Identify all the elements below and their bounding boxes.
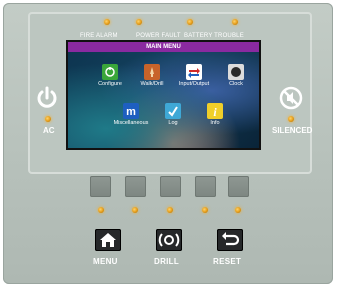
reset-icon xyxy=(222,232,240,246)
label-fire-alarm: FIRE ALARM xyxy=(80,33,118,39)
app-input-output[interactable]: Input/Output xyxy=(172,64,216,87)
info-icon: i xyxy=(207,103,223,119)
drill-button[interactable] xyxy=(156,229,182,251)
app-label: Info xyxy=(210,120,220,126)
drill-icon xyxy=(158,233,180,247)
app-label: Walk/Drill xyxy=(140,81,164,87)
app-miscellaneous[interactable]: m Miscellaneous xyxy=(109,103,153,126)
app-label: Input/Output xyxy=(178,81,210,87)
app-clock[interactable]: Clock xyxy=(214,64,258,87)
app-label: Clock xyxy=(229,81,243,87)
app-label: Miscellaneous xyxy=(113,120,149,126)
drill-label: DRILL xyxy=(154,257,180,266)
label-ac: AC xyxy=(43,126,55,135)
keypad-key-1[interactable] xyxy=(90,176,111,197)
led-key-5 xyxy=(235,207,241,213)
log-icon xyxy=(165,103,181,119)
app-walk-drill[interactable]: Walk/Drill xyxy=(130,64,174,87)
led-fire-alarm xyxy=(104,19,110,25)
menu-button[interactable] xyxy=(95,229,121,251)
menu-label: MENU xyxy=(93,257,118,266)
led-key-2 xyxy=(132,207,138,213)
app-label: Log xyxy=(168,120,178,126)
app-configure[interactable]: Configure xyxy=(88,64,132,87)
clock-icon xyxy=(228,64,244,80)
led-key-4 xyxy=(202,207,208,213)
svg-text:i: i xyxy=(213,105,217,119)
keypad-key-4[interactable] xyxy=(195,176,216,197)
home-icon xyxy=(100,233,116,247)
gear-icon xyxy=(102,64,118,80)
keypad-key-3[interactable] xyxy=(160,176,181,197)
app-log[interactable]: Log xyxy=(151,103,195,126)
led-silenced xyxy=(288,116,294,122)
app-info[interactable]: i Info xyxy=(193,103,237,126)
label-silenced: SILENCED xyxy=(272,126,313,135)
lcd-screen[interactable]: MAIN MENU Configure Walk/Drill Input/Out xyxy=(66,40,261,150)
app-label: Configure xyxy=(98,81,122,87)
svg-text:m: m xyxy=(126,106,136,118)
led-ac xyxy=(45,116,51,122)
walk-icon xyxy=(144,64,160,80)
led-key-1 xyxy=(98,207,104,213)
silenced-icon[interactable] xyxy=(279,86,303,110)
reset-label: RESET xyxy=(213,257,242,266)
screen-title: MAIN MENU xyxy=(68,42,259,52)
led-key-3 xyxy=(167,207,173,213)
keypad-key-5[interactable] xyxy=(228,176,249,197)
led-power-fault xyxy=(187,19,193,25)
label-battery-trouble: BATTERY TROUBLE xyxy=(184,33,244,39)
led-misc-1 xyxy=(136,19,142,25)
label-power-fault: POWER FAULT xyxy=(136,33,181,39)
power-icon[interactable] xyxy=(36,86,58,110)
reset-button[interactable] xyxy=(217,229,243,251)
input-output-icon xyxy=(186,64,202,80)
led-battery-trouble xyxy=(232,19,238,25)
keypad-key-2[interactable] xyxy=(125,176,146,197)
misc-icon: m xyxy=(123,103,139,119)
